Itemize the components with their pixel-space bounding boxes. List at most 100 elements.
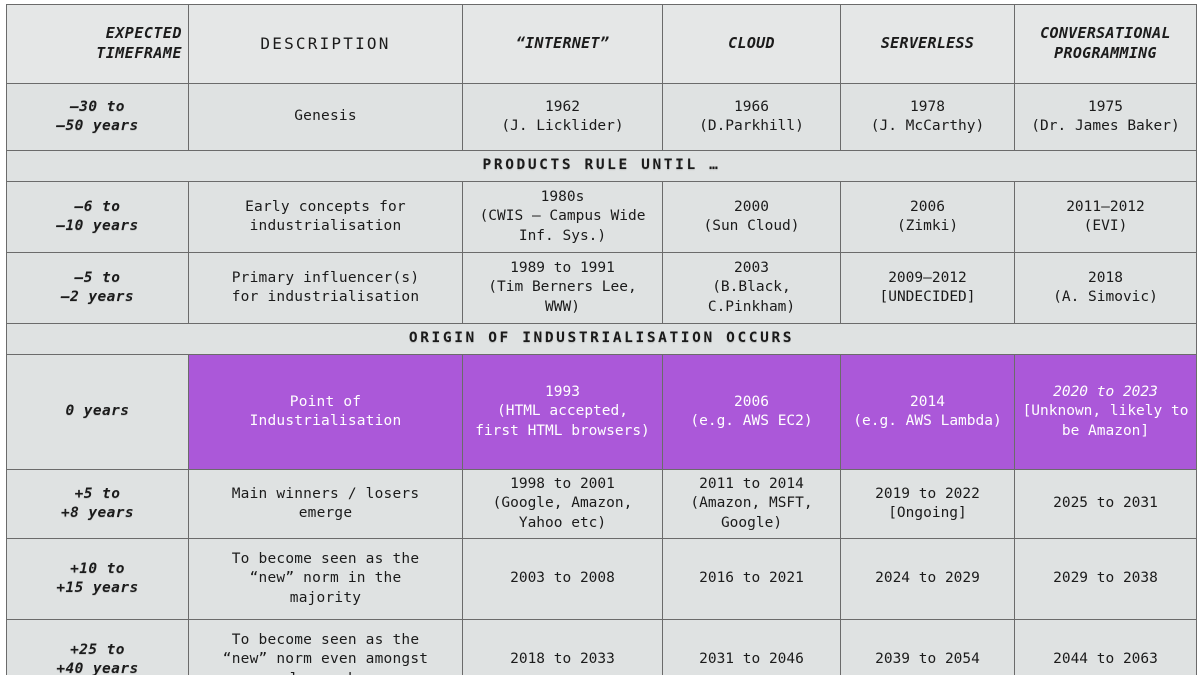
cell-line1: 2020 to 2023 — [1053, 384, 1158, 401]
table-row-new-norm-majority: +10 to +15 years To become seen as the “… — [6, 538, 1197, 620]
header-serverless: SERVERLESS — [840, 4, 1015, 84]
cell-line2: (Sun Cloud) — [703, 218, 800, 234]
cell-line1: 1962 — [545, 98, 580, 115]
cell-line2: (Google, Amazon, — [492, 495, 633, 512]
description-main-winners-losers: Main winners / losers emerge — [188, 469, 463, 539]
desc-line3: majority — [289, 589, 362, 606]
header-timeframe-line1: EXPECTED — [105, 24, 182, 43]
cell-line1: 2018 — [1088, 269, 1123, 286]
timeline-table-sheet: EXPECTED TIMEFRAME DESCRIPTION “INTERNET… — [0, 0, 1200, 675]
cell-norm-cloud: 2016 to 2021 — [662, 538, 841, 620]
header-convprog-line1: CONVERSATIONAL — [1040, 24, 1171, 43]
cell-laggards-internet: 2018 to 2033 — [462, 619, 663, 675]
cell-line3: C.Pinkham) — [707, 298, 796, 315]
timeframe-line1: –5 to — [74, 269, 121, 286]
timeframe-main-winners-losers: +5 to +8 years — [6, 469, 189, 539]
cell-line1: 2000 — [734, 198, 769, 215]
cell-line1: 1993 — [545, 384, 580, 401]
cell-primary-cloud: 2003 (B.Black, C.Pinkham) — [662, 252, 841, 324]
description-early-concepts: Early concepts for industrialisation — [188, 181, 463, 253]
cell-line1: 1998 to 2001 — [510, 476, 615, 493]
banner-products-rule-until: PRODUCTS RULE UNTIL … — [6, 150, 1197, 182]
description-genesis: Genesis — [188, 83, 463, 151]
timeframe-early-concepts: –6 to –10 years — [6, 181, 189, 253]
cell-genesis-serverless: 1978 (J. McCarthy) — [840, 83, 1015, 151]
cell-line2: (D.Parkhill) — [699, 118, 804, 134]
header-timeframe-line2: TIMEFRAME — [96, 44, 182, 62]
cell-norm-internet: 2003 to 2008 — [462, 538, 663, 620]
description-new-norm-majority: To become seen as the “new” norm in the … — [188, 538, 463, 620]
timeframe-point-of-industrialisation: 0 years — [6, 354, 189, 470]
cell-line1: 1980s — [540, 189, 585, 206]
header-convprog-line2: PROGRAMMING — [1054, 44, 1157, 62]
cell-early-cloud: 2000 (Sun Cloud) — [662, 181, 841, 253]
cell-laggards-convprog: 2044 to 2063 — [1014, 619, 1197, 675]
cell-line2: (Dr. James Baker) — [1031, 118, 1180, 134]
cell-line1: 2011–2012 — [1066, 198, 1145, 215]
timeframe-line2: +15 years — [56, 580, 139, 596]
header-internet: “INTERNET” — [462, 4, 663, 84]
timeframe-new-norm-laggards: +25 to +40 years — [6, 619, 189, 675]
header-conversational-programming: CONVERSATIONAL PROGRAMMING — [1014, 4, 1197, 84]
description-new-norm-laggards: To become seen as the “new” norm even am… — [188, 619, 463, 675]
cell-point-cloud: 2006 (e.g. AWS EC2) — [662, 354, 841, 470]
timeframe-line2: –50 years — [56, 118, 139, 134]
cell-line3: first HTML browsers) — [475, 422, 650, 439]
description-primary-influencers: Primary influencer(s) for industrialisat… — [188, 252, 463, 324]
cell-line2: (e.g. AWS Lambda) — [853, 413, 1002, 429]
desc-line1: To become seen as the — [231, 632, 420, 649]
table-row-genesis: –30 to –50 years Genesis 1962 (J. Lickli… — [6, 83, 1197, 151]
timeframe-line2: +40 years — [56, 661, 139, 675]
cell-line2: (A. Simovic) — [1053, 289, 1158, 305]
cell-line2: [Unknown, likely to — [1022, 403, 1189, 420]
cell-winners-internet: 1998 to 2001 (Google, Amazon, Yahoo etc) — [462, 469, 663, 539]
cell-line1: 2011 to 2014 — [699, 476, 804, 493]
header-expected-timeframe: EXPECTED TIMEFRAME — [6, 4, 189, 84]
table-row-main-winners-losers: +5 to +8 years Main winners / losers eme… — [6, 469, 1197, 539]
desc-line1: Point of — [289, 393, 362, 410]
cell-point-convprog: 2020 to 2023 [Unknown, likely to be Amaz… — [1014, 354, 1197, 470]
cell-early-convprog: 2011–2012 (EVI) — [1014, 181, 1197, 253]
timeframe-primary-influencers: –5 to –2 years — [6, 252, 189, 324]
cell-line3: Google) — [720, 514, 783, 531]
cell-norm-serverless: 2024 to 2029 — [840, 538, 1015, 620]
cell-line2: (Amazon, MSFT, — [690, 495, 813, 512]
cell-line1: 2003 — [734, 260, 769, 277]
timeframe-line2: –2 years — [60, 289, 135, 305]
timeframe-line1: –6 to — [74, 198, 121, 215]
desc-line1: Early concepts for — [245, 198, 406, 215]
cell-laggards-cloud: 2031 to 2046 — [662, 619, 841, 675]
cell-line1: 1966 — [734, 98, 769, 115]
cell-laggards-serverless: 2039 to 2054 — [840, 619, 1015, 675]
table-row-point-of-industrialisation: 0 years Point of Industrialisation 1993 … — [6, 354, 1197, 470]
table-row-primary-influencers: –5 to –2 years Primary influencer(s) for… — [6, 252, 1197, 324]
table-banner-row-products-rule: PRODUCTS RULE UNTIL … — [6, 150, 1197, 182]
cell-early-internet: 1980s (CWIS – Campus Wide Inf. Sys.) — [462, 181, 663, 253]
timeframe-line1: –30 to — [70, 98, 125, 115]
cell-primary-internet: 1989 to 1991 (Tim Berners Lee, WWW) — [462, 252, 663, 324]
cell-line2: (HTML accepted, — [497, 403, 628, 420]
cell-line2: (CWIS – Campus Wide — [479, 208, 646, 225]
timeframe-new-norm-majority: +10 to +15 years — [6, 538, 189, 620]
desc-line2: for industrialisation — [231, 289, 420, 305]
header-description: DESCRIPTION — [188, 4, 463, 84]
cell-winners-convprog: 2025 to 2031 — [1014, 469, 1197, 539]
cell-primary-convprog: 2018 (A. Simovic) — [1014, 252, 1197, 324]
cell-early-serverless: 2006 (Zimki) — [840, 181, 1015, 253]
cell-line1: 2006 — [910, 198, 945, 215]
cell-line1: 2006 — [734, 393, 769, 410]
timeframe-line2: +8 years — [60, 505, 135, 521]
cell-line1: 2009–2012 — [888, 269, 967, 286]
table-banner-row-origin: ORIGIN OF INDUSTRIALISATION OCCURS — [6, 323, 1197, 355]
table-row-early-concepts: –6 to –10 years Early concepts for indus… — [6, 181, 1197, 253]
timeframe-line1: +10 to — [70, 560, 125, 577]
timeframe-genesis: –30 to –50 years — [6, 83, 189, 151]
timeframe-line1: +25 to — [70, 641, 125, 658]
cell-line2: (B.Black, — [712, 279, 791, 296]
cell-primary-serverless: 2009–2012 [UNDECIDED] — [840, 252, 1015, 324]
desc-line2: “new” norm even amongst — [222, 651, 429, 668]
cell-line2: [UNDECIDED] — [879, 289, 976, 305]
cell-line2: (Zimki) — [896, 218, 959, 234]
desc-line1: Primary influencer(s) — [231, 269, 420, 286]
cell-genesis-cloud: 1966 (D.Parkhill) — [662, 83, 841, 151]
